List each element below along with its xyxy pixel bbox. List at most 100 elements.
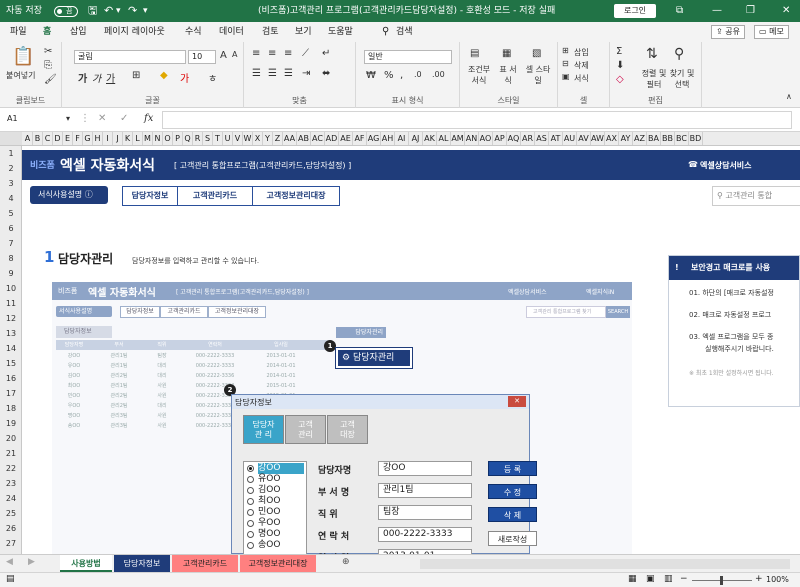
row-header[interactable]: 14 [0,341,21,356]
tab-file[interactable]: 파일 [10,22,27,42]
column-header[interactable]: AP [493,132,507,145]
row-header[interactable]: 5 [0,206,21,221]
dialog-field-input[interactable]: 강OO [378,461,472,476]
column-header[interactable]: K [123,132,133,145]
new-entry-button[interactable]: 새로작성 [488,531,537,546]
manager-list-item[interactable]: 강OO [258,463,304,474]
tab-page-layout[interactable]: 페이지 레이아웃 [104,22,165,42]
page-break-view-icon[interactable]: ▥ [664,574,673,584]
sheet-tab-manager[interactable]: 담당자정보 [114,555,170,572]
manager-radio[interactable] [247,476,254,483]
manager-radio[interactable] [247,531,254,538]
font-color-icon[interactable]: 가 [180,70,189,85]
paste-icon[interactable]: 📋 [12,46,34,67]
column-header[interactable]: AW [591,132,605,145]
column-header[interactable]: BD [689,132,703,145]
insert-function-icon[interactable]: fx [144,113,153,124]
manager-radio[interactable] [247,465,254,472]
conditional-format-icon[interactable]: ▤ [470,48,479,59]
merge-center-icon[interactable]: ⬌ [322,68,330,79]
dialog-field-input[interactable]: 관리1팀 [378,483,472,498]
modify-button[interactable]: 수 정 [488,484,537,499]
column-header[interactable]: AR [521,132,535,145]
column-header[interactable]: C [43,132,53,145]
column-header[interactable]: T [213,132,223,145]
tab-home[interactable]: 홈 [43,22,52,44]
row-header[interactable]: 11 [0,296,21,311]
shrink-font-icon[interactable]: A [232,50,237,59]
grow-font-icon[interactable]: A [220,50,227,61]
column-header[interactable]: AX [605,132,619,145]
row-header[interactable]: 7 [0,236,21,251]
column-header[interactable]: D [53,132,63,145]
column-header[interactable]: BB [661,132,675,145]
usage-guide-button[interactable]: 서식사용설명 ⓘ [30,186,108,204]
column-header[interactable]: BC [675,132,689,145]
row-header[interactable]: 18 [0,401,21,416]
manager-radio[interactable] [247,542,254,549]
manager-listbox[interactable]: 강OO 유OO 김OO 최OO 민OO 우OO 명OO 송OO [243,461,307,554]
column-header[interactable]: V [233,132,243,145]
manager-radio[interactable] [247,498,254,505]
manager-list-item[interactable]: 민OO [258,507,280,518]
column-header[interactable]: AS [535,132,549,145]
delete-button[interactable]: 삭 제 [488,507,537,522]
clear-icon[interactable]: ◇ [616,74,624,85]
column-header[interactable]: AJ [409,132,423,145]
ribbon-search[interactable]: 검색 [396,22,413,42]
tab-formulas[interactable]: 수식 [185,22,202,42]
row-header[interactable]: 2 [0,161,21,176]
indent-icon[interactable]: ⇥ [302,68,310,79]
tab-insert[interactable]: 삽입 [70,22,87,42]
conditional-format-button[interactable]: 조건부 서식 [464,64,494,86]
column-header[interactable]: AB [297,132,311,145]
manager-radio[interactable] [247,487,254,494]
autosum-icon[interactable]: Σ [616,46,622,57]
column-header[interactable]: G [83,132,93,145]
underline-icon[interactable]: 가 [106,70,115,85]
nav-tab-customer-ledger[interactable]: 고객정보관리대장 [252,186,340,206]
row-header[interactable]: 21 [0,446,21,461]
save-icon[interactable]: 🖫 [88,0,97,22]
row-header[interactable]: 6 [0,221,21,236]
minimize-icon[interactable]: — [712,0,722,22]
tab-review[interactable]: 검토 [262,22,279,42]
column-header[interactable]: BA [647,132,661,145]
search-icon[interactable]: ⚲ [382,22,389,42]
restore-icon[interactable]: ❐ [746,0,755,22]
decrease-decimal-icon[interactable]: .00 [432,70,445,79]
macro-icon[interactable]: ▤ [6,574,15,584]
redo-icon[interactable]: ↷ [128,0,137,22]
cell-style-button[interactable]: 셀 스타일 [524,64,552,86]
column-header[interactable]: L [133,132,143,145]
zoom-slider-thumb[interactable] [720,576,723,585]
bold-icon[interactable]: 가 [78,70,87,85]
column-header[interactable]: AQ [507,132,521,145]
column-header[interactable]: AK [423,132,437,145]
register-button[interactable]: 등 록 [488,461,537,476]
column-header[interactable]: AD [325,132,339,145]
align-right-icon[interactable]: ☰ [284,68,293,79]
dialog-field-input[interactable]: 000-2222-3333 [378,527,472,542]
orientation-icon[interactable]: ⟋ [302,48,309,59]
manager-radio[interactable] [247,520,254,527]
row-header[interactable]: 17 [0,386,21,401]
manager-list-item[interactable]: 명OO [258,529,280,540]
column-header[interactable]: AG [367,132,381,145]
column-header[interactable]: Y [263,132,273,145]
column-header[interactable]: R [193,132,203,145]
page-layout-view-icon[interactable]: ▣ [646,574,655,584]
row-header[interactable]: 19 [0,416,21,431]
column-header[interactable]: Q [183,132,193,145]
row-header[interactable]: 8 [0,251,21,266]
column-header[interactable]: AY [619,132,633,145]
column-header[interactable]: AF [353,132,367,145]
row-header[interactable]: 9 [0,266,21,281]
align-bottom-icon[interactable]: ≡ [284,48,292,59]
row-header[interactable]: 3 [0,176,21,191]
fill-color-icon[interactable]: ◆ [160,70,168,81]
manager-list-item[interactable]: 김OO [258,485,280,496]
manager-list-item[interactable]: 유OO [258,474,280,485]
row-header[interactable]: 22 [0,461,21,476]
column-header[interactable]: P [173,132,183,145]
